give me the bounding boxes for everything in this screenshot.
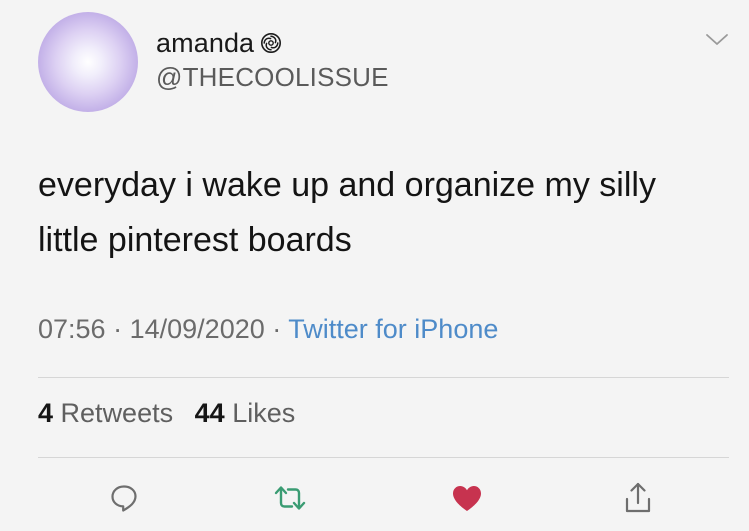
- handle[interactable]: @THECOOLISSUE: [156, 62, 389, 93]
- tweet-source-link[interactable]: Twitter for iPhone: [288, 314, 498, 344]
- tweet-date: 14/09/2020: [129, 314, 265, 344]
- retweet-button[interactable]: [268, 476, 312, 520]
- display-name[interactable]: amanda: [156, 28, 254, 59]
- tweet-stats: 4 Retweets 44 Likes: [38, 398, 295, 429]
- share-icon: [625, 482, 651, 513]
- chevron-down-icon[interactable]: [703, 30, 731, 50]
- tweet-time: 07:56: [38, 314, 106, 344]
- retweets-count: 4: [38, 398, 54, 428]
- like-button[interactable]: [445, 476, 489, 520]
- tweet-card: amanda @THECOOLISSUE everyday i wake up …: [0, 0, 749, 531]
- likes-stat[interactable]: 44 Likes: [195, 398, 296, 429]
- likes-count: 44: [194, 398, 225, 428]
- avatar[interactable]: [38, 12, 138, 112]
- heart-icon: [453, 486, 481, 511]
- tweet-actions: [0, 476, 749, 520]
- divider: [38, 457, 729, 458]
- verified-swirl-icon: [261, 33, 282, 53]
- retweets-label: Retweets: [60, 398, 174, 428]
- author-name-row: amanda: [156, 24, 282, 62]
- likes-label: Likes: [232, 398, 296, 428]
- share-button[interactable]: [616, 476, 660, 520]
- retweets-stat[interactable]: 4 Retweets: [38, 398, 173, 429]
- meta-separator: ·: [272, 314, 282, 344]
- reply-bubble-icon: [111, 485, 137, 512]
- retweet-icon: [274, 486, 306, 510]
- reply-button[interactable]: [102, 476, 146, 520]
- tweet-meta: 07:56 · 14/09/2020 · Twitter for iPhone: [38, 314, 498, 345]
- tweet-text: everyday i wake up and organize my silly…: [38, 166, 656, 259]
- meta-separator: ·: [113, 314, 123, 344]
- divider: [38, 377, 729, 378]
